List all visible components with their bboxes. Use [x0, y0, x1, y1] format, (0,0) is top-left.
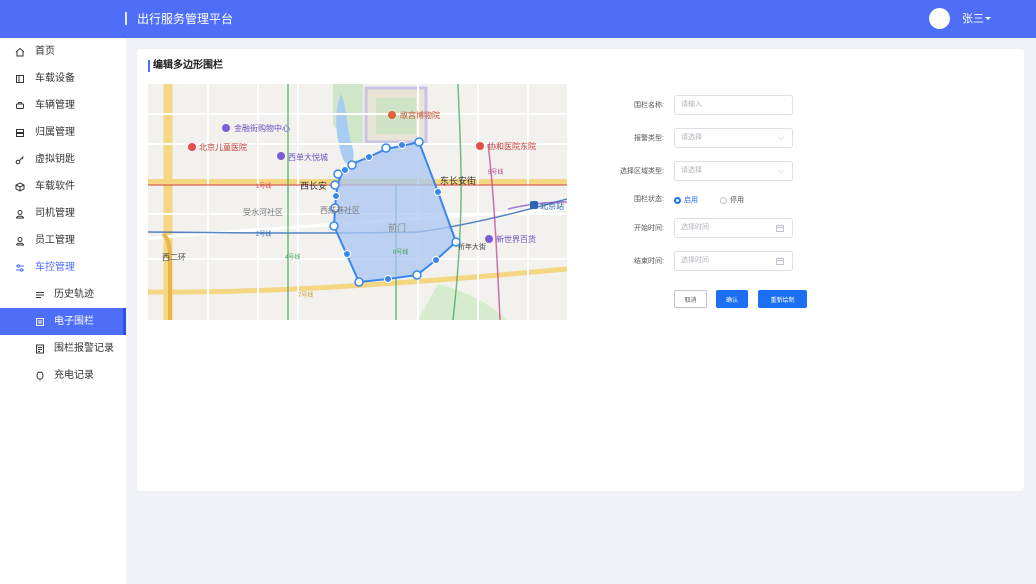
top-header: 出行服务管理平台 张三 [0, 0, 1036, 38]
sidebar-item-staff[interactable]: 员工管理 [0, 227, 126, 254]
start-time-picker[interactable]: 选择时间 [674, 218, 793, 238]
card-title: 编辑多边形围栏 [153, 60, 223, 71]
sidebar-item-label: 车控管理 [35, 261, 75, 273]
start-time-label: 开始时间: [634, 225, 664, 232]
sidebar-subitem-fence-alarm-records[interactable]: 围栏报警记录 [0, 335, 126, 362]
device-icon [15, 74, 25, 84]
sidebar-subitem-electronic-fence[interactable]: 电子围栏 [0, 308, 126, 335]
status-enabled-label: 启用 [684, 197, 698, 204]
chevron-down-icon: ⌵ [777, 166, 784, 175]
fence-name-input[interactable]: 请输入 [674, 95, 793, 115]
sidebar-item-ownership[interactable]: 归属管理 [0, 119, 126, 146]
alarm-type-label: 报警类型: [634, 135, 664, 142]
map-label-jinrongjie: 金融街购物中心 [234, 123, 290, 133]
map-label-ertong: 北京儿童医院 [199, 142, 247, 152]
map-label-xierhuan: 西二环 [162, 253, 186, 262]
sidebar-item-device[interactable]: 车载设备 [0, 65, 126, 92]
map-label-line8: 8号线 [393, 248, 408, 256]
sidebar-item-label: 车载设备 [35, 72, 75, 84]
map-label-xidan: 西单大悦城 [288, 152, 328, 162]
map-label-qianmen: 前门 [388, 222, 406, 233]
title-accent-bar [148, 60, 150, 72]
caret-down-icon[interactable] [985, 17, 991, 20]
region-type-select[interactable]: 请选择 ⌵ [674, 161, 793, 181]
map-label-xichangan: 西长安 [300, 180, 327, 191]
end-time-picker[interactable]: 选择时间 [674, 251, 793, 271]
end-time-label: 结束时间: [634, 258, 664, 265]
alarm-type-select[interactable]: 请选择 ⌵ [674, 128, 793, 148]
map-label-xiehe: 协和医院东院 [488, 141, 536, 151]
redraw-button[interactable]: 重新绘制 [758, 290, 807, 308]
map-label-line1: 1号线 [256, 182, 271, 190]
software-box-icon [15, 181, 25, 192]
status-disabled-label: 停用 [730, 197, 744, 204]
end-time-placeholder: 选择时间 [681, 257, 709, 264]
map-view[interactable]: 金融街购物中心 故宫博物院 北京儿童医院 西单大悦城 协和医院东院 新世界百货 … [148, 84, 567, 320]
sidebar-item-label: 虚拟钥匙 [35, 153, 75, 165]
header-divider [125, 12, 127, 25]
radio-checked-icon [674, 196, 681, 204]
map-label-dongchangan: 东长安街 [440, 175, 476, 186]
car-icon [15, 101, 25, 111]
calendar-icon [776, 252, 784, 272]
username-dropdown[interactable]: 张三 [962, 12, 984, 26]
control-icon [15, 263, 25, 273]
sidebar-item-vehicle-control[interactable]: 车控管理 [0, 254, 126, 281]
calendar-icon [776, 219, 784, 239]
map-label-shoushui: 受水河社区 [243, 207, 283, 217]
sidebar-item-label: 车载软件 [35, 180, 75, 192]
sidebar-item-label: 围栏报警记录 [54, 342, 114, 354]
status-disabled-radio[interactable]: 停用 [720, 195, 744, 205]
map-label-line5: 5号线 [488, 168, 503, 176]
sidebar-subitem-history-track[interactable]: 历史轨迹 [0, 281, 126, 308]
chevron-down-icon: ⌵ [777, 133, 784, 142]
alarm-type-placeholder: 请选择 [681, 134, 702, 141]
sidebar-item-label: 首页 [35, 45, 55, 57]
region-type-label: 选择区域类型: [620, 168, 664, 175]
sidebar-item-driver[interactable]: 司机管理 [0, 200, 126, 227]
sidebar-item-software[interactable]: 车载软件 [0, 173, 126, 200]
sidebar: 首页 车载设备 车辆管理 归属管理 虚拟钥匙 车载软件 司机管理 员工管理 车控… [0, 38, 126, 584]
map-label-line4: 4号线 [285, 253, 300, 261]
staff-icon [15, 236, 25, 246]
alarm-record-icon [35, 344, 45, 354]
home-icon [15, 47, 25, 57]
map-label-line7: 7号线 [298, 291, 313, 299]
sidebar-item-label: 车辆管理 [35, 99, 75, 111]
fence-name-placeholder: 请输入 [681, 101, 702, 108]
cancel-button[interactable]: 取消 [674, 290, 707, 308]
track-icon [35, 290, 45, 300]
status-enabled-radio[interactable]: 启用 [674, 195, 698, 205]
fence-name-label: 围栏名称: [634, 102, 664, 109]
fence-icon [35, 317, 45, 327]
region-type-placeholder: 请选择 [681, 167, 702, 174]
app-title: 出行服务管理平台 [137, 12, 234, 26]
map-label-line2: 2号线 [256, 230, 271, 238]
sidebar-item-label: 历史轨迹 [54, 288, 94, 300]
sidebar-item-label: 充电记录 [54, 369, 94, 381]
map-label-gugong: 故宫博物院 [400, 110, 440, 120]
fence-status-label: 围栏状态: [634, 196, 664, 203]
start-time-placeholder: 选择时间 [681, 224, 709, 231]
sidebar-item-label: 电子围栏 [54, 315, 94, 327]
charge-icon [35, 370, 45, 381]
map-label-qinian: 祈年大街 [458, 242, 486, 251]
confirm-button[interactable]: 确认 [716, 290, 748, 308]
key-icon [15, 155, 25, 165]
sidebar-subitem-charge-records[interactable]: 充电记录 [0, 362, 126, 389]
radio-unchecked-icon [720, 196, 727, 204]
user-avatar[interactable] [929, 8, 950, 29]
sidebar-item-label: 归属管理 [35, 126, 75, 138]
sidebar-item-label: 司机管理 [35, 207, 75, 219]
sidebar-item-vehicle[interactable]: 车辆管理 [0, 92, 126, 119]
sidebar-item-home[interactable]: 首页 [0, 38, 126, 65]
map-label-xirongxiang: 西絨巷社区 [320, 205, 360, 215]
driver-icon [15, 209, 25, 219]
sidebar-item-label: 员工管理 [35, 234, 75, 246]
ownership-icon [15, 128, 25, 138]
sidebar-item-virtual-key[interactable]: 虚拟钥匙 [0, 146, 126, 173]
map-label-xinshijie: 新世界百货 [496, 234, 536, 244]
